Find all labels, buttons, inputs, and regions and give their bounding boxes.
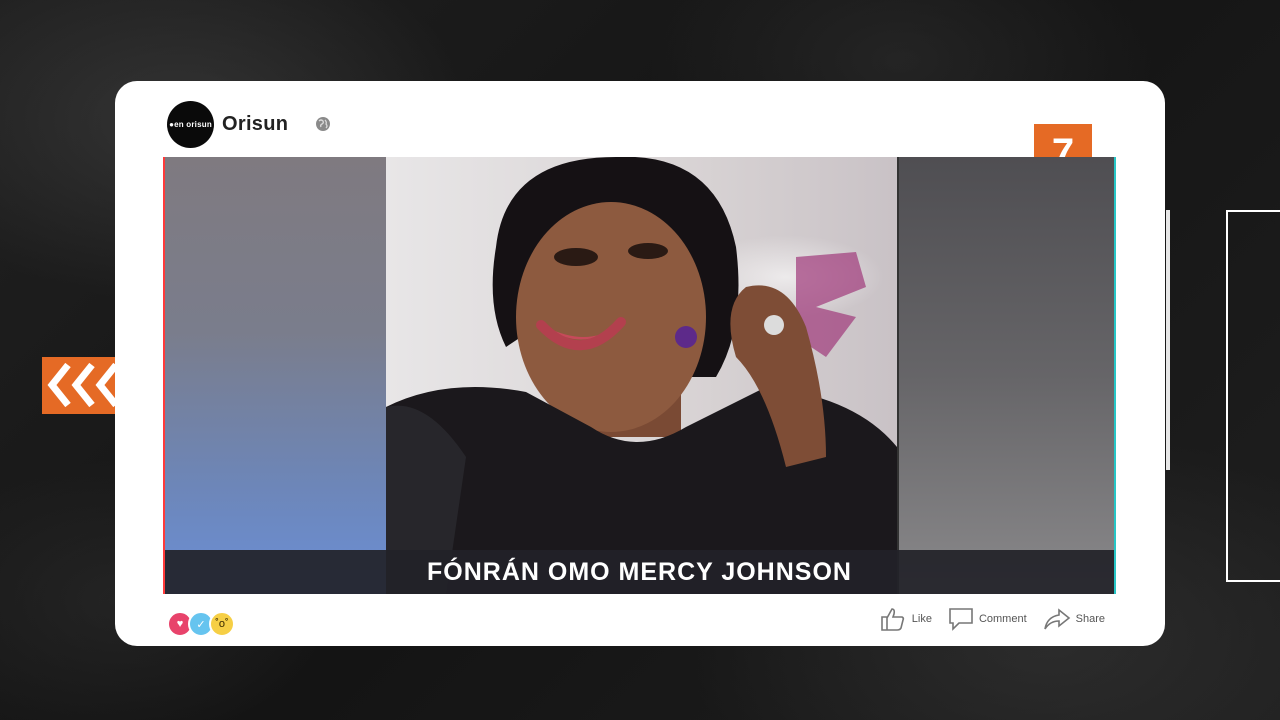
light-bar-decoration — [1166, 210, 1170, 470]
like-label: Like — [911, 613, 932, 625]
comment-bubble-icon — [949, 608, 973, 631]
post-header: ●en orisun Orisun — [167, 100, 331, 148]
page-name[interactable]: Orisun — [222, 113, 288, 136]
share-arrow-icon — [1043, 608, 1070, 630]
frame-outline-decoration — [1226, 210, 1280, 582]
post-actions: Like Comment Share — [863, 606, 1105, 632]
blurred-fill-right — [899, 157, 1114, 594]
wow-face-icon: ˚o˚ — [209, 611, 235, 637]
share-label: Share — [1075, 613, 1105, 625]
comment-label: Comment — [978, 613, 1027, 625]
globe-icon — [316, 117, 331, 131]
page-avatar[interactable]: ●en orisun — [167, 100, 214, 148]
thumbs-up-outline-icon — [880, 608, 904, 631]
like-button[interactable]: Like — [879, 606, 932, 632]
portrait-photo — [386, 157, 897, 594]
comment-button[interactable]: Comment — [948, 607, 1027, 631]
post-media[interactable]: FÓNRÁN OMO MERCY JOHNSON — [163, 157, 1116, 594]
avatar-logo-text: ●en orisun — [169, 119, 212, 129]
caption-text: FÓNRÁN OMO MERCY JOHNSON — [427, 557, 852, 586]
reactions-summary[interactable]: ♥ ✓ ˚o˚ — [167, 611, 235, 637]
caption-bar: FÓNRÁN OMO MERCY JOHNSON — [165, 550, 1114, 594]
blurred-fill-left — [165, 157, 386, 594]
share-button[interactable]: Share — [1043, 607, 1105, 631]
social-post-card: ●en orisun Orisun 7 FÓNRÁN OMO MERCY JOH… — [115, 81, 1165, 646]
